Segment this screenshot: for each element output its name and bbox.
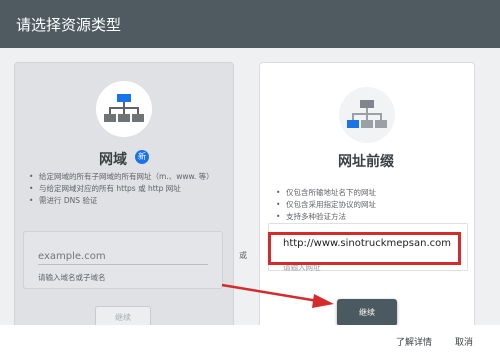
dialog-title: 请选择资源类型 <box>16 16 122 34</box>
dialog-footer: 了解详情 取消 <box>0 325 500 357</box>
red-arrow-annotation <box>221 283 334 308</box>
cancel-button[interactable]: 取消 <box>455 335 473 348</box>
property-type-panel: 网域 新 给定网域的所有子网域的所有网址（m.、www. 等） 与给定网域对应的… <box>0 48 500 325</box>
dialog-header: 请选择资源类型 <box>0 0 500 48</box>
learn-more-link[interactable]: 了解详情 <box>396 335 432 348</box>
